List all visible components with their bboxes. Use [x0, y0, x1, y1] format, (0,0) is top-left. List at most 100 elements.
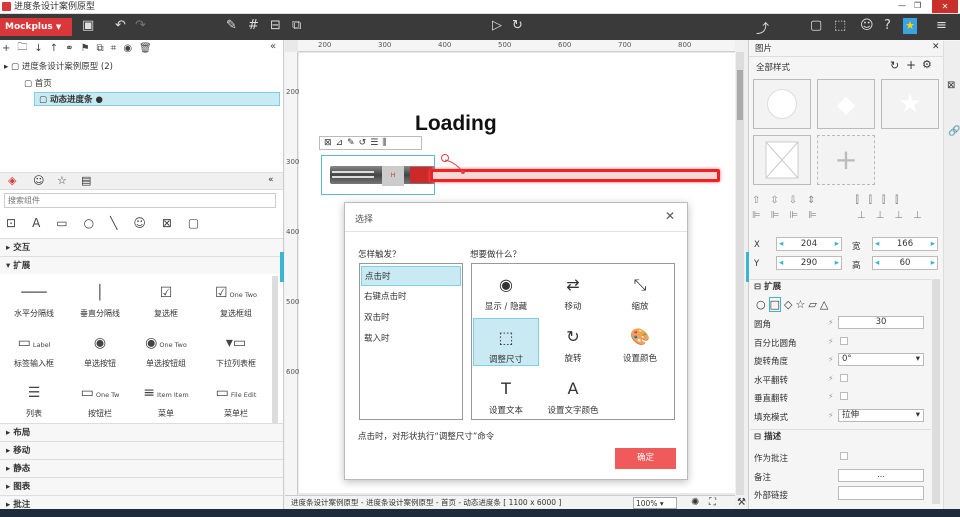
radius-input[interactable]: 30 [838, 316, 924, 329]
align-top-icon[interactable]: ⇧ [752, 195, 760, 206]
component-scrollbar[interactable] [272, 276, 278, 426]
space-left-icon[interactable]: ⊥ [857, 210, 866, 221]
component-item[interactable]: ◉ 单选按钮 [70, 328, 130, 369]
component-item[interactable]: ▭ One Tw 按钮栏 [70, 378, 130, 419]
maximize-button[interactable]: ❐ [914, 1, 926, 11]
brush-icon[interactable]: ✎ [226, 18, 237, 33]
grid-icon[interactable]: # [248, 18, 259, 33]
trigger-option[interactable]: 载入时 [361, 329, 461, 349]
trigger-option[interactable]: 双击时 [361, 308, 461, 328]
align-center-icon[interactable]: ⫿ [869, 195, 872, 206]
tree-item-home[interactable]: ▢ 首页 [24, 77, 52, 91]
size-same-icon[interactable]: ⊫ [752, 210, 761, 221]
space-right-icon[interactable]: ⊥ [894, 210, 903, 221]
action-option[interactable]: ⇄ 移动 [540, 266, 606, 314]
align-right-icon[interactable]: ⫿ [882, 195, 885, 206]
link-icon[interactable]: ⚡ [828, 355, 834, 364]
settings-icon[interactable]: ⚙ [922, 58, 932, 71]
distribute-v-icon[interactable]: ⇕ [807, 195, 815, 206]
fill-mode-select[interactable]: 拉伸 ▾ [838, 408, 924, 422]
expand-left-handle[interactable] [280, 252, 284, 282]
expand-right-handle[interactable] [746, 252, 749, 282]
share-icon[interactable]: ⤴ [756, 18, 769, 37]
component-item[interactable]: │ 垂直分隔线 [70, 278, 130, 319]
split-icon[interactable]: ⫼ [382, 138, 386, 148]
add-style-button[interactable]: + [817, 135, 875, 185]
action-option[interactable]: ◉ 显示 / 隐藏 [473, 266, 539, 314]
line-shape-icon[interactable]: ╲ [110, 216, 117, 230]
action-option[interactable]: ↻ 旋转 [540, 318, 606, 366]
shape-circle-icon[interactable]: ○ [756, 298, 766, 311]
prop-checkbox[interactable] [840, 336, 848, 345]
link-icon[interactable]: ⚡ [828, 318, 834, 327]
section-chart[interactable]: ▸ 图表 [0, 477, 283, 495]
space-equal-icon[interactable]: ⊥ [913, 210, 922, 221]
fullscreen-icon[interactable]: ⛶ [709, 496, 716, 510]
library-tab-favorites[interactable]: ☆ [57, 174, 67, 187]
note-input[interactable]: ... [838, 469, 924, 482]
link-page-icon[interactable]: ⚭ [65, 43, 73, 54]
action-option[interactable]: ⬚ 调整尺寸 [473, 318, 539, 366]
link-icon[interactable]: ⚡ [828, 392, 834, 401]
tools-icon[interactable]: ⚒ [737, 497, 746, 508]
minimize-button[interactable]: — [898, 1, 910, 11]
component-item[interactable]: ▾▭ 下拉列表框 [206, 328, 266, 369]
undo-icon[interactable]: ↶ [115, 18, 126, 33]
section-interaction[interactable]: ▸ 交互 [0, 238, 283, 256]
link-icon[interactable]: ⚡ [828, 411, 834, 420]
align-bottom-icon[interactable]: ⇩ [789, 195, 797, 206]
trigger-option[interactable]: 点击时 [361, 266, 461, 286]
component-item[interactable]: ▭ Label 标签输入框 [4, 328, 64, 369]
size-fit-icon[interactable]: ⊫ [808, 210, 817, 221]
progress-bar-fill[interactable] [430, 169, 720, 182]
play-icon[interactable]: ▷ [492, 18, 502, 33]
collapse-icon[interactable]: « [270, 41, 276, 52]
tree-project[interactable]: ▸ ▢ 进度条设计案例原型 (2) [4, 60, 113, 74]
replace-image-icon[interactable]: ⊠ [324, 138, 332, 148]
reset-icon[interactable]: ↺ [359, 138, 367, 148]
style-thumb-star[interactable]: ★ [881, 79, 939, 129]
component-item[interactable]: ≡ Item Item 菜单 [136, 378, 196, 419]
tree-item-progress[interactable]: ▢ 动态进度条 ● [34, 92, 280, 106]
flag-icon[interactable]: ⚑ [81, 43, 90, 54]
link-input[interactable] [838, 486, 924, 500]
preview-icon[interactable]: ↻ [512, 18, 523, 33]
component-item[interactable]: ☑ One Two 复选框组 [206, 278, 266, 319]
style-filter[interactable]: 全部样式 [756, 61, 790, 73]
copy-page-icon[interactable]: ⧉ [97, 43, 104, 54]
component-item[interactable]: ☰ 列表 [4, 378, 64, 419]
space-center-icon[interactable]: ⊥ [876, 210, 885, 221]
align-middle-icon[interactable]: ⇳ [770, 195, 778, 206]
menu-icon[interactable]: ≡ [936, 18, 947, 33]
shape-parallelogram-icon[interactable]: ▱ [808, 298, 816, 311]
canvas-scroll-thumb[interactable] [737, 70, 743, 120]
rotation-select[interactable]: 0° ▾ [838, 353, 924, 366]
action-option[interactable]: ⤡ 缩放 [607, 266, 673, 314]
section-layout[interactable]: ▸ 布局 [0, 423, 283, 441]
box-shape-icon[interactable]: ▢ [188, 216, 199, 230]
save-icon[interactable]: ▣ [82, 18, 94, 33]
section-extend[interactable]: ▾ 扩展 [0, 256, 283, 274]
help-icon[interactable]: ? [884, 18, 891, 33]
move-up-icon[interactable]: ↑ [50, 43, 58, 54]
rect-shape-icon[interactable]: ▭ [56, 216, 67, 230]
move-down-icon[interactable]: ↓ [34, 43, 42, 54]
badge-icon[interactable]: ★ [903, 18, 917, 34]
action-option[interactable]: T 设置文本 [473, 370, 539, 418]
action-option[interactable]: 🎨 设置颜色 [607, 318, 673, 366]
dialog-close-button[interactable]: ✕ [665, 209, 675, 223]
library-tab-widgets[interactable]: ▤ [81, 174, 91, 187]
panel-close-icon[interactable]: ✕ [932, 42, 940, 52]
emoji-shape-icon[interactable]: ☺ [133, 216, 146, 230]
attachment-tab-icon[interactable]: 🔗 [948, 126, 960, 137]
component-item[interactable]: ─── 水平分隔线 [4, 278, 64, 319]
brand-menu-button[interactable]: Mockplus ▼ [0, 18, 72, 36]
align-left-icon[interactable]: ⫿ [856, 195, 859, 206]
component-item[interactable]: ◉ One Two 单选按钮组 [136, 328, 196, 369]
library-tab-components[interactable]: ◈ [8, 174, 16, 187]
confirm-button[interactable]: 确定 [615, 448, 676, 469]
section-static[interactable]: ▸ 静态 [0, 459, 283, 477]
prop-checkbox[interactable] [840, 392, 848, 400]
crop-icon[interactable]: ⊿ [336, 138, 344, 148]
link-icon[interactable]: ⚡ [828, 374, 834, 383]
